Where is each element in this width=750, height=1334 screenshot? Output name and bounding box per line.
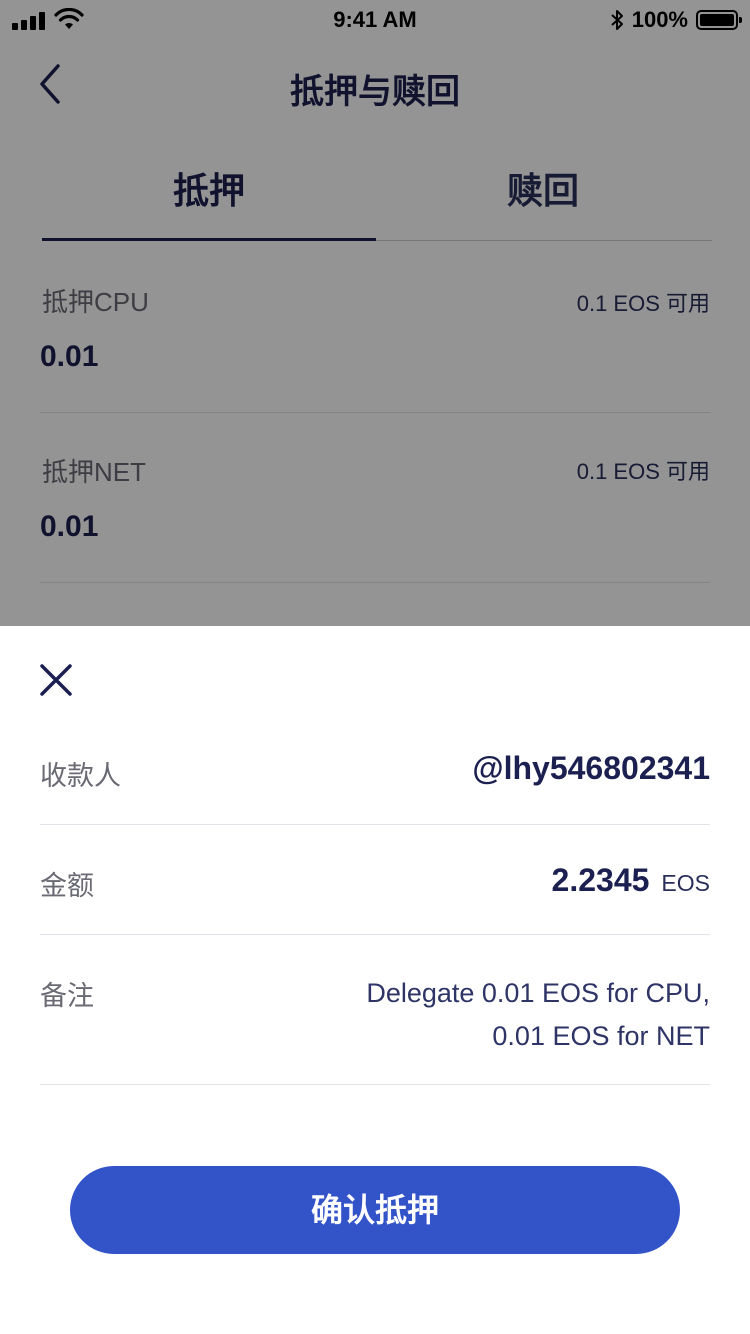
amount-value: 2.2345 <box>551 862 650 898</box>
confirm-stake-button[interactable]: 确认抵押 <box>70 1166 680 1254</box>
divider <box>40 824 710 825</box>
divider <box>40 934 710 935</box>
memo-line-2: 0.01 EOS for NET <box>492 1021 710 1051</box>
screen: 9:41 AM 100% 抵押与赎回 抵押 赎回 抵押CPU 0.1 EOS 可… <box>0 0 750 1334</box>
memo-value: Delegate 0.01 EOS for CPU, 0.01 EOS for … <box>290 972 710 1058</box>
memo-line-1: Delegate 0.01 EOS for CPU, <box>366 978 710 1008</box>
confirm-sheet: 收款人 @lhy546802341 金额 2.2345 EOS 备注 Deleg… <box>0 626 750 1334</box>
payee-value: @lhy546802341 <box>472 750 710 786</box>
close-icon[interactable] <box>38 662 74 698</box>
payee-label: 收款人 <box>40 761 121 791</box>
amount-unit: EOS <box>661 870 710 896</box>
modal-backdrop[interactable] <box>0 0 750 626</box>
memo-label: 备注 <box>40 981 94 1011</box>
divider <box>40 1084 710 1085</box>
amount-label: 金额 <box>40 871 94 901</box>
amount-value-group: 2.2345 EOS <box>552 862 710 899</box>
